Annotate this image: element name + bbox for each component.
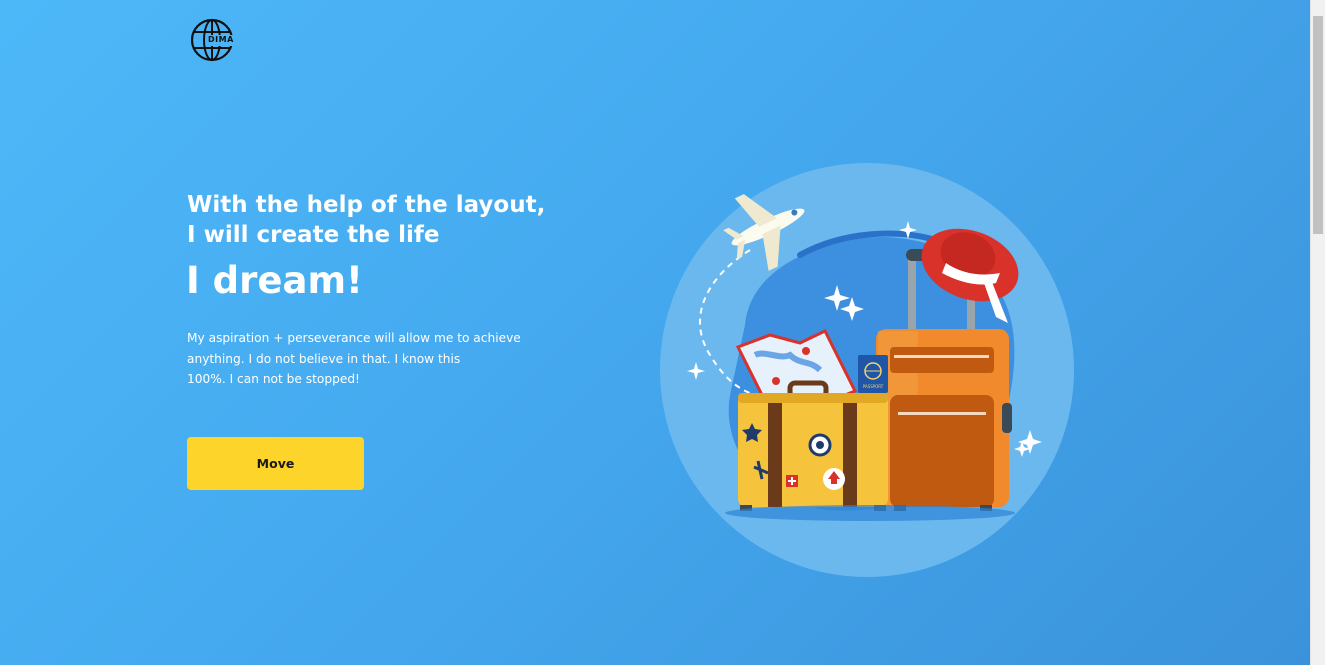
logo[interactable]: DIMA xyxy=(190,17,239,65)
scrollbar-thumb[interactable] xyxy=(1313,16,1323,234)
hero-text-line-1: My aspiration + perseverance will allow … xyxy=(187,331,521,345)
hero-title-line-2: I will create the life xyxy=(187,222,440,248)
vertical-scrollbar[interactable] xyxy=(1310,0,1325,665)
hero-text-line-2: anything. I do not believe in that. I kn… xyxy=(187,351,461,366)
travel-illustration: PASSPORT xyxy=(650,155,1090,585)
landing-page: DIMA With the help of the layout, I will… xyxy=(0,0,1310,665)
passport-icon: PASSPORT xyxy=(858,355,888,393)
passport-label: PASSPORT xyxy=(863,384,884,389)
hero-text-line-3: 100%. I can not be stopped! xyxy=(187,372,360,386)
hero-accent: I dream! xyxy=(186,259,363,302)
suitcase-icon xyxy=(876,329,1012,511)
move-button[interactable]: Move xyxy=(187,437,364,490)
yellow-suitcase xyxy=(738,380,888,511)
hero-title: With the help of the layout, I will crea… xyxy=(187,190,545,250)
hero-text: My aspiration + perseverance will allow … xyxy=(187,328,527,390)
logo-text: DIMA xyxy=(208,35,234,44)
hero-title-line-1: With the help of the layout, xyxy=(187,192,546,218)
